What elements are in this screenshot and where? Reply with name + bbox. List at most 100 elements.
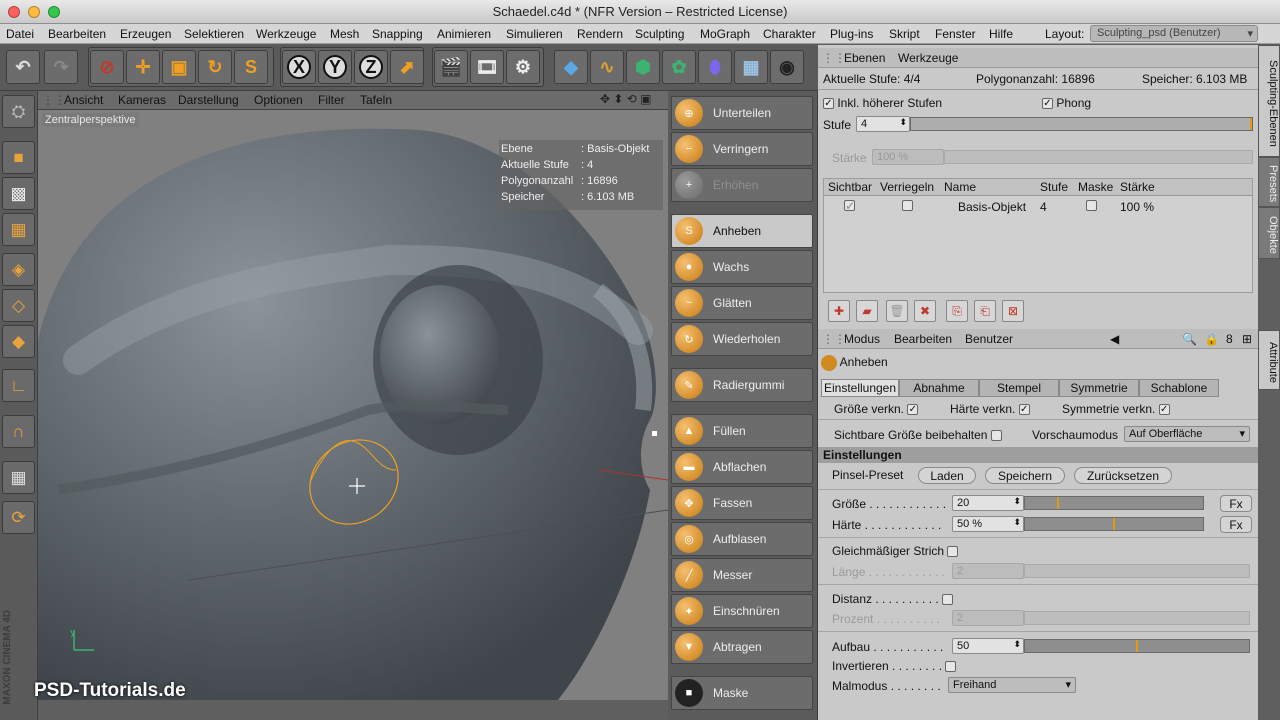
menu-rendern[interactable]: Rendern (577, 27, 623, 41)
brush-fassen[interactable]: ✥ Fassen (671, 486, 813, 520)
brush-messer[interactable]: ╱ Messer (671, 558, 813, 592)
save-preset-button[interactable]: Speichern (985, 467, 1065, 484)
hardness-slider[interactable] (1024, 517, 1204, 531)
brush-glaetten[interactable]: ~ Glätten (671, 286, 813, 320)
search-icon[interactable]: 🔍 (1182, 332, 1197, 346)
menu-skript[interactable]: Skript (889, 27, 920, 41)
attr-tab-einstellungen[interactable]: Einstellungen (821, 379, 899, 397)
menu-simulieren[interactable]: Simulieren (506, 27, 563, 41)
menu-erzeugen[interactable]: Erzeugen (120, 27, 171, 41)
percent-field[interactable]: 2 (952, 610, 1024, 626)
drag-handle-icon[interactable]: ⋮⋮ (822, 51, 846, 65)
brush-erhoehen[interactable]: + Erhöhen (671, 168, 813, 202)
drag-handle-icon[interactable]: ⋮⋮ (822, 332, 846, 346)
strength-slider[interactable] (944, 150, 1253, 164)
brush-verringern[interactable]: − Verringern (671, 132, 813, 166)
menu-plugins[interactable]: Plug-ins (830, 27, 873, 41)
drag-handle-icon[interactable]: ⋮⋮ (42, 93, 66, 107)
row-name[interactable]: Basis-Objekt (958, 200, 1026, 214)
paint-mode-select[interactable]: Freihand ▾ (948, 677, 1076, 693)
size-slider[interactable] (1024, 496, 1204, 510)
invert-checkbox[interactable]: Invertieren . . . . . . . . (832, 659, 957, 673)
tab-attribute[interactable]: Attribute (1258, 330, 1280, 390)
spline-button[interactable]: ∿ (590, 50, 624, 84)
col-maske[interactable]: Maske (1078, 180, 1113, 194)
generator-button[interactable]: ⬢ (626, 50, 660, 84)
new-panel-icon[interactable]: ⊞ (1242, 332, 1252, 346)
lock-icon[interactable]: 🔒 (1204, 332, 1219, 346)
undo-button[interactable]: ↶ (6, 50, 40, 84)
coordinate-system-button[interactable]: ⬈ (390, 50, 424, 84)
live-selection-button[interactable]: ⊘ (90, 50, 124, 84)
hardness-fx-button[interactable]: Fx (1220, 516, 1252, 533)
row-lock-checkbox[interactable] (902, 200, 913, 211)
strength-field[interactable]: 100 % (872, 149, 944, 165)
reset-preset-button[interactable]: Zurücksetzen (1074, 467, 1172, 484)
clear-layer-button[interactable]: ⊠ (1002, 300, 1024, 322)
polygons-mode-button[interactable]: ◆ (2, 325, 35, 358)
viewport-nav-icons[interactable]: ✥ ⬍ ⟲ ▣ (600, 92, 652, 106)
brush-unterteilen[interactable]: ⊕ Unterteilen (671, 96, 813, 130)
copy-layer-button[interactable]: ⎘ (946, 300, 968, 322)
scene-floor-button[interactable]: ▦ (734, 50, 768, 84)
cube-object-button[interactable]: ◆ (554, 50, 588, 84)
row-visible-checkbox[interactable]: ✓ (844, 200, 855, 212)
y-axis-button[interactable]: Y (318, 50, 352, 84)
scale-tool-button[interactable]: ▣ (162, 50, 196, 84)
menu-sculpting[interactable]: Sculpting (635, 27, 684, 41)
render-view-button[interactable]: 🎬 (434, 50, 468, 84)
menu-animieren[interactable]: Animieren (437, 27, 491, 41)
attr-tab-schablone[interactable]: Schablone (1139, 379, 1219, 397)
sculpt-brush-button[interactable]: S (234, 50, 268, 84)
attr-menu-benutzer[interactable]: Benutzer (965, 332, 1013, 346)
col-name[interactable]: Name (944, 180, 976, 194)
back-arrow-icon[interactable]: ◀ (1110, 332, 1119, 346)
snap-button[interactable]: ∩ (2, 415, 35, 448)
menu-hilfe[interactable]: Hilfe (989, 27, 1013, 41)
menu-werkzeuge[interactable]: Werkzeuge (256, 27, 316, 41)
viewport-menu-darstellung[interactable]: Darstellung (178, 93, 239, 107)
brush-aufblasen[interactable]: ◎ Aufblasen (671, 522, 813, 556)
viewport-menu-optionen[interactable]: Optionen (254, 93, 303, 107)
link-size-checkbox[interactable]: Größe verkn. ✓ (834, 402, 919, 416)
workplane-lock-button[interactable]: ▦ (2, 461, 35, 494)
menu-datei[interactable]: Datei (6, 27, 34, 41)
length-field[interactable]: 2 (952, 563, 1024, 579)
hardness-field[interactable]: 50 % ⬍ (952, 516, 1024, 532)
brush-abflachen[interactable]: ▬ Abflachen (671, 450, 813, 484)
level-slider[interactable] (910, 117, 1253, 131)
brush-radiergummi[interactable]: ✎ Radiergummi (671, 368, 813, 402)
rotate-tool-button[interactable]: ↻ (198, 50, 232, 84)
render-picture-viewer-button[interactable]: 🎞 (470, 50, 504, 84)
move-tool-button[interactable]: ✛ (126, 50, 160, 84)
model-mode-button[interactable]: ■ (2, 141, 35, 174)
buildup-slider[interactable] (1024, 639, 1250, 653)
viewport-menu-tafeln[interactable]: Tafeln (360, 93, 392, 107)
attr-tab-stempel[interactable]: Stempel (979, 379, 1059, 397)
col-staerke[interactable]: Stärke (1120, 180, 1155, 194)
z-axis-button[interactable]: Z (354, 50, 388, 84)
menu-fenster[interactable]: Fenster (935, 27, 976, 41)
viewport-3d[interactable]: y Zentralperspektive Ebene: Basis-Objekt… (38, 110, 668, 700)
link-symmetry-checkbox[interactable]: Symmetrie verkn. ✓ (1062, 402, 1170, 416)
incl-higher-checkbox[interactable]: ✓ Inkl. höherer Stufen (823, 96, 942, 110)
attr-tab-abnahme[interactable]: Abnahme (899, 379, 979, 397)
percent-slider[interactable] (1024, 611, 1250, 625)
texture-mode-button[interactable]: ▩ (2, 177, 35, 210)
x-axis-button[interactable]: X (282, 50, 316, 84)
menu-bearbeiten[interactable]: Bearbeiten (48, 27, 106, 41)
tab-presets[interactable]: Presets (1258, 157, 1280, 207)
size-fx-button[interactable]: Fx (1220, 495, 1252, 512)
render-settings-button[interactable]: ⚙ (506, 50, 540, 84)
menu-charakter[interactable]: Charakter (763, 27, 816, 41)
length-slider[interactable] (1024, 564, 1250, 578)
link-hardness-checkbox[interactable]: Härte verkn. ✓ (950, 402, 1030, 416)
viewport-menu-ansicht[interactable]: Ansicht (64, 93, 103, 107)
paste-layer-button[interactable]: ⎗ (974, 300, 996, 322)
even-stroke-checkbox[interactable]: Gleichmäßiger Strich (832, 544, 959, 558)
row-mask-checkbox[interactable] (1086, 200, 1097, 211)
viewport-menu-kameras[interactable]: Kameras (118, 93, 166, 107)
brush-fuellen[interactable]: ▲ Füllen (671, 414, 813, 448)
points-mode-button[interactable]: ◈ (2, 253, 35, 286)
tab-objekte[interactable]: Objekte (1258, 207, 1280, 259)
